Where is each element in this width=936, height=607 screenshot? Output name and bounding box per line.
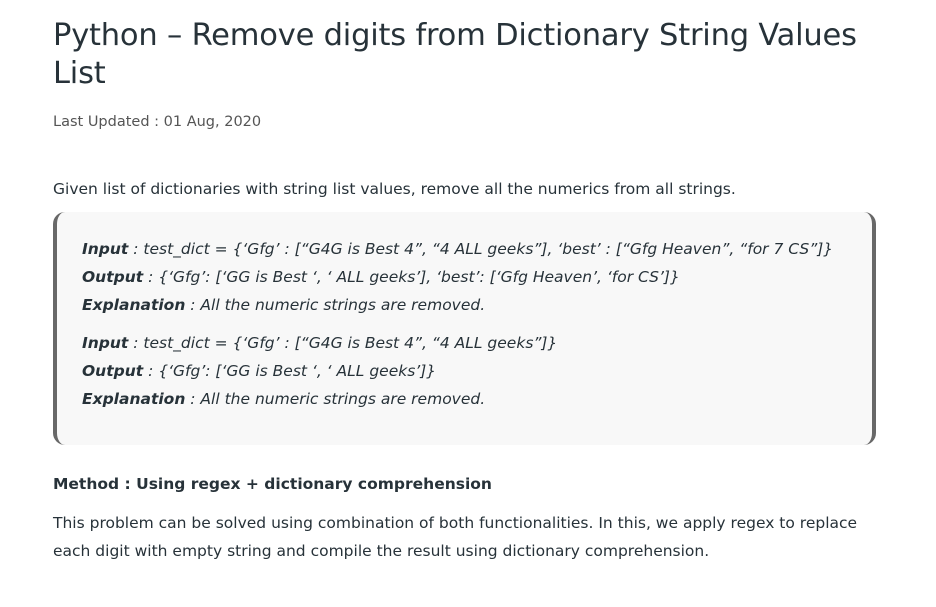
example-output: Output : {‘Gfg’: [‘GG is Best ‘, ‘ ALL g…	[82, 357, 872, 385]
example-input: Input : test_dict = {‘Gfg’ : [“G4G is Be…	[82, 329, 872, 357]
example-input: Input : test_dict = {‘Gfg’ : [“G4G is Be…	[82, 235, 872, 263]
output-text: : {‘Gfg’: [‘GG is Best ‘, ‘ ALL geeks’],…	[143, 268, 680, 286]
example-explanation: Explanation : All the numeric strings ar…	[82, 291, 872, 319]
explanation-label: Explanation	[82, 296, 186, 314]
input-label: Input	[82, 334, 129, 352]
last-updated: Last Updated : 01 Aug, 2020	[53, 114, 262, 130]
input-label: Input	[82, 240, 129, 258]
explanation-text: : All the numeric strings are removed.	[185, 296, 486, 314]
input-text: : test_dict = {‘Gfg’ : [“G4G is Best 4”,…	[128, 334, 558, 352]
example-output: Output : {‘Gfg’: [‘GG is Best ‘, ‘ ALL g…	[82, 263, 872, 291]
page-title: Python – Remove digits from Dictionary S…	[53, 18, 857, 91]
output-text: : {‘Gfg’: [‘GG is Best ‘, ‘ ALL geeks’]}	[143, 362, 437, 380]
example-explanation: Explanation : All the numeric strings ar…	[82, 385, 872, 413]
input-text: : test_dict = {‘Gfg’ : [“G4G is Best 4”,…	[128, 240, 834, 258]
example-block: Input : test_dict = {‘Gfg’ : [“G4G is Be…	[53, 212, 876, 445]
example-1: Input : test_dict = {‘Gfg’ : [“G4G is Be…	[82, 235, 872, 319]
article: Python – Remove digits from Dictionary S…	[53, 0, 878, 565]
intro-paragraph: Given list of dictionaries with string l…	[53, 180, 736, 198]
explanation-text: : All the numeric strings are removed.	[185, 390, 486, 408]
output-label: Output	[82, 268, 144, 286]
method-heading: Method : Using regex + dictionary compre…	[53, 475, 492, 493]
method-description: This problem can be solved using combina…	[53, 514, 858, 560]
explanation-label: Explanation	[82, 390, 186, 408]
example-2: Input : test_dict = {‘Gfg’ : [“G4G is Be…	[82, 329, 872, 413]
output-label: Output	[82, 362, 144, 380]
